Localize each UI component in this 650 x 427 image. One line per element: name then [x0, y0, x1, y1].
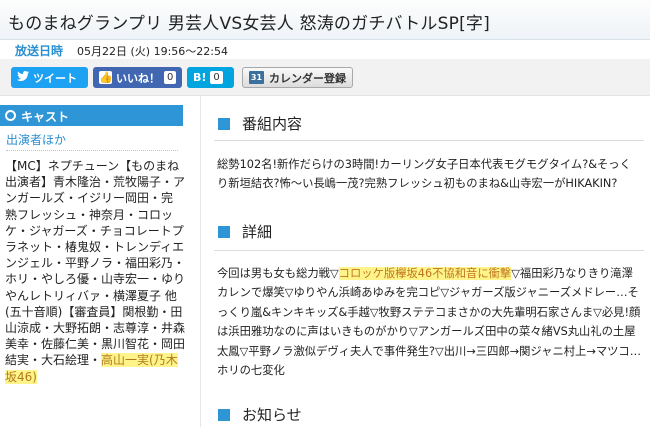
hatena-bookmark-button[interactable]: B! 0: [187, 67, 234, 88]
calendar-register-button[interactable]: 31 カレンダー登録: [242, 67, 353, 88]
like-label: いいね！: [116, 71, 160, 85]
airtime-label: 放送日時: [15, 44, 64, 58]
square-bullet-icon: [218, 226, 230, 238]
detail-text-before: 今回は男も女も総力戦▽: [217, 267, 339, 280]
detail-highlight: コロッケ版欅坂46不協和音に衝撃: [338, 267, 512, 280]
cast-subtitle: 出演者ほか: [6, 131, 178, 151]
circle-icon: [5, 110, 16, 121]
program-section-title: 番組内容: [242, 115, 303, 133]
page-title: ものまねグランプリ 男芸人VS女芸人 怒涛のガチバトルSP[字]: [8, 14, 490, 34]
program-section-heading: 番組内容: [218, 113, 638, 135]
title-bar: ものまねグランプリ 男芸人VS女芸人 怒涛のガチバトルSP[字]: [0, 0, 650, 40]
notice-section-heading: お知らせ: [218, 404, 638, 426]
program-description: 総勢102名!新作だらけの3時間!カーリング女子日本代表モグモグタイム?&そっく…: [217, 158, 631, 191]
notice-section-title: お知らせ: [242, 406, 302, 424]
detail-description: 今回は男も女も総力戦▽コロッケ版欅坂46不協和音に衝撃▽福田彩乃なりきり滝澤カレ…: [217, 264, 642, 380]
calendar-label: カレンダー登録: [269, 71, 346, 85]
airtime-value: 05月22日 (火) 19:56～22:54: [77, 45, 228, 58]
cast-header: キャスト: [0, 105, 183, 126]
divider: [214, 140, 644, 141]
facebook-like-button[interactable]: 👍 いいね！ 0: [93, 67, 182, 88]
detail-section-title: 詳細: [242, 223, 273, 241]
thumbs-up-icon: 👍: [99, 71, 113, 84]
tweet-button[interactable]: ツイート: [11, 67, 88, 88]
cast-text: 【MC】ネプチューン【ものまね出演者】青木隆治・荒牧陽子・アンガールズ・イジリー…: [5, 159, 186, 368]
square-bullet-icon: [218, 409, 230, 421]
hatena-count: 0: [210, 71, 223, 84]
cast-title: キャスト: [21, 110, 70, 124]
hatena-label: B!: [193, 71, 207, 84]
cast-list: 【MC】ネプチューン【ものまね出演者】青木隆治・荒牧陽子・アンガールズ・イジリー…: [5, 158, 185, 385]
cast-sidebar: キャスト 出演者ほか 【MC】ネプチューン【ものまね出演者】青木隆治・荒牧陽子・…: [0, 105, 185, 427]
like-count: 0: [164, 71, 177, 84]
detail-section-heading: 詳細: [218, 221, 638, 243]
square-bullet-icon: [218, 118, 230, 130]
calendar-icon: 31: [249, 71, 264, 84]
share-bar: ツイート 👍 いいね！ 0 B! 0 31 カレンダー登録: [0, 59, 650, 96]
tweet-label: ツイート: [33, 71, 77, 85]
twitter-bird-icon: [17, 71, 29, 84]
divider: [214, 250, 644, 251]
column-divider: [200, 96, 201, 427]
detail-text-after: ▽福田彩乃なりきり滝澤カレンで爆笑▽ゆりやん浜崎あゆみを完コピ▽ジャガーズ版ジャ…: [217, 267, 642, 378]
airtime-row: 放送日時 05月22日 (火) 19:56～22:54: [0, 41, 650, 59]
